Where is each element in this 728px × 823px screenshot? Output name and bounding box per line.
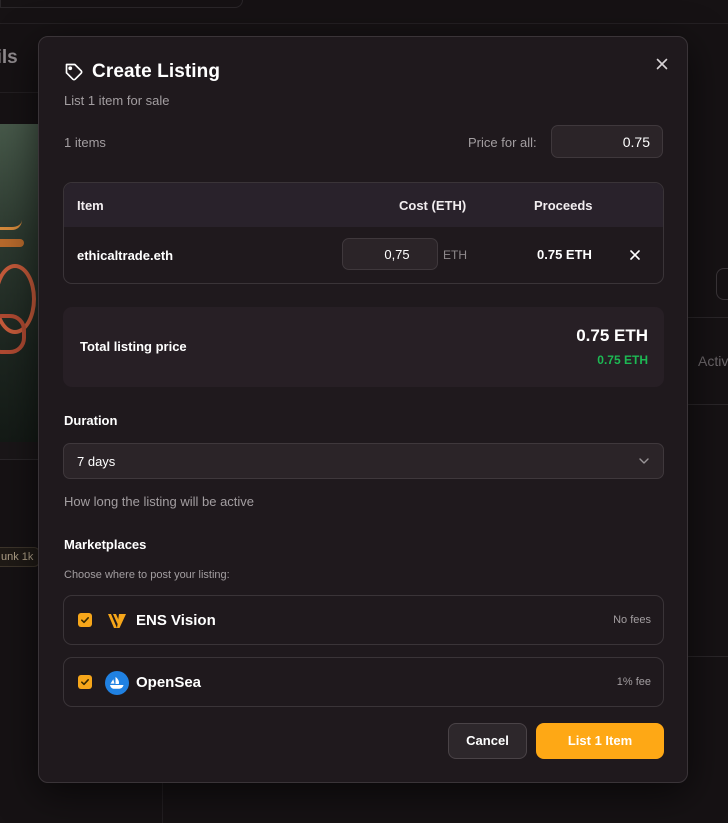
close-icon bbox=[630, 250, 640, 260]
cancel-button[interactable]: Cancel bbox=[448, 723, 527, 759]
total-listing-value: 0.75 ETH bbox=[576, 326, 648, 345]
duration-selected-value: 7 days bbox=[77, 454, 116, 469]
items-count: 1 items bbox=[64, 135, 106, 150]
modal-subtitle: List 1 item for sale bbox=[64, 93, 170, 108]
duration-select[interactable]: 7 days bbox=[63, 443, 664, 479]
listing-table: Item Cost (ETH) Proceeds ethicaltrade.et… bbox=[63, 182, 664, 284]
background-divider bbox=[688, 656, 728, 657]
cost-input[interactable] bbox=[342, 238, 438, 270]
duration-label: Duration bbox=[64, 413, 118, 428]
background-topbar bbox=[0, 0, 728, 24]
marketplace-option-opensea[interactable]: OpenSea 1% fee bbox=[63, 657, 664, 707]
modal-title: Create Listing bbox=[92, 61, 221, 82]
remove-item-button[interactable] bbox=[626, 246, 644, 264]
check-icon bbox=[80, 678, 89, 686]
duration-help-text: How long the listing will be active bbox=[64, 494, 255, 509]
marketplace-checkbox[interactable] bbox=[78, 613, 92, 627]
marketplace-name: ENS Vision bbox=[136, 612, 216, 629]
list-items-button[interactable]: List 1 Item bbox=[536, 723, 664, 759]
close-icon bbox=[656, 58, 668, 70]
background-heading: ails bbox=[0, 47, 18, 68]
background-tag: unk 1k bbox=[0, 547, 41, 567]
marketplace-fee: 1% fee bbox=[616, 676, 651, 688]
column-header-proceeds: Proceeds bbox=[534, 198, 593, 213]
column-header-cost: Cost (ETH) bbox=[399, 198, 467, 213]
column-header-item: Item bbox=[77, 198, 104, 213]
ens-vision-logo bbox=[108, 614, 126, 628]
total-listing-subvalue: 0.75 ETH bbox=[597, 353, 648, 367]
proceeds-value: 0.75 ETH bbox=[537, 247, 592, 262]
table-row: ethicaltrade.eth ETH 0.75 ETH bbox=[64, 227, 663, 283]
background-search-box bbox=[0, 0, 243, 8]
marketplace-option-ens-vision[interactable]: ENS Vision No fees bbox=[63, 595, 664, 645]
marketplaces-label: Marketplaces bbox=[64, 537, 147, 552]
total-listing-panel: Total listing price 0.75 ETH 0.75 ETH bbox=[63, 307, 664, 387]
background-tab-label: Activ bbox=[698, 353, 728, 369]
background-divider bbox=[0, 442, 38, 460]
background-button bbox=[716, 268, 728, 300]
price-for-all-label: Price for all: bbox=[468, 135, 537, 150]
create-listing-modal: Create Listing List 1 item for sale 1 it… bbox=[38, 36, 688, 783]
price-for-all-input[interactable] bbox=[551, 125, 663, 158]
item-name: ethicaltrade.eth bbox=[77, 248, 174, 263]
total-listing-label: Total listing price bbox=[80, 339, 187, 354]
background-nft-image bbox=[0, 124, 40, 442]
close-button[interactable] bbox=[651, 53, 673, 75]
marketplaces-help-text: Choose where to post your listing: bbox=[64, 569, 230, 581]
marketplace-checkbox[interactable] bbox=[78, 675, 92, 689]
marketplace-fee: No fees bbox=[613, 614, 651, 626]
check-icon bbox=[80, 616, 89, 624]
background-divider bbox=[688, 404, 728, 405]
opensea-logo bbox=[105, 671, 129, 695]
tag-icon bbox=[65, 63, 83, 81]
background-divider bbox=[688, 317, 728, 318]
cost-unit: ETH bbox=[443, 248, 467, 262]
table-header: Item Cost (ETH) Proceeds bbox=[64, 183, 663, 227]
marketplace-name: OpenSea bbox=[136, 674, 202, 691]
chevron-down-icon bbox=[639, 458, 649, 464]
